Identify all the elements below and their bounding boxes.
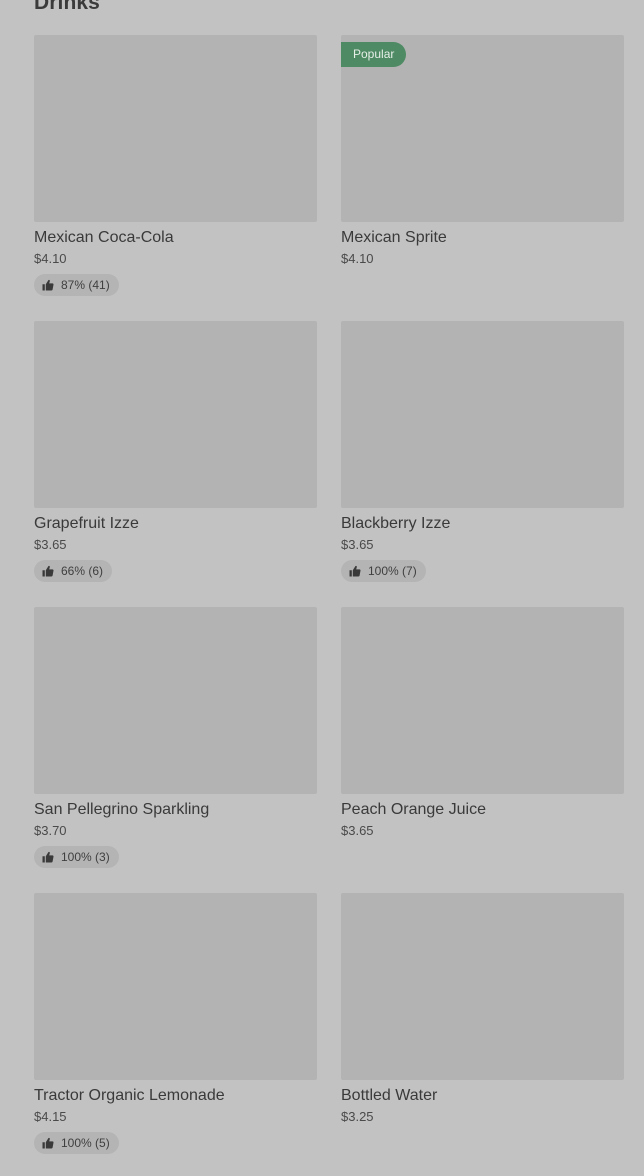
menu-item-price: $3.65 [34,537,67,552]
menu-item-card[interactable]: Bottled Water $3.25 [341,893,624,1176]
menu-item-card[interactable]: Blackberry Izze $3.65 100% (7) [341,321,624,607]
menu-item-image[interactable]: Popular [341,35,624,222]
rating-text: 66% (6) [61,564,104,578]
menu-item-name[interactable]: Peach Orange Juice [341,800,624,820]
menu-page: Drinks Mexican Coca-Cola $4.10 87% (41) Pop… [0,0,644,1176]
menu-item-name[interactable]: Mexican Coca-Cola [34,228,317,248]
menu-item-image[interactable] [34,35,317,222]
rating-pill: 100% (7) [341,560,426,582]
rating-text: 100% (5) [61,1136,110,1150]
rating-text: 87% (41) [61,278,110,292]
rating-pill: 100% (3) [34,846,119,868]
menu-item-name[interactable]: Bottled Water [341,1086,624,1106]
menu-item-name[interactable]: Grapefruit Izze [34,514,317,534]
menu-item-price: $3.65 [341,537,374,552]
rating-pill: 66% (6) [34,560,113,582]
thumbs-up-icon [42,851,54,863]
menu-item-price: $4.10 [341,251,374,266]
menu-item-price: $3.70 [34,823,67,838]
rating-text: 100% (7) [368,564,417,578]
menu-item-card[interactable]: Grapefruit Izze $3.65 66% (6) [34,321,317,607]
menu-item-image[interactable] [34,607,317,794]
popular-badge: Popular [341,42,407,67]
menu-item-price: $3.25 [341,1109,374,1124]
menu-item-image[interactable] [34,893,317,1080]
thumbs-up-icon [42,279,54,291]
menu-item-card[interactable]: San Pellegrino Sparkling $3.70 100% (3) [34,607,317,893]
thumbs-up-icon [42,565,54,577]
menu-item-price: $4.10 [34,251,67,266]
menu-item-name[interactable]: Tractor Organic Lemonade [34,1086,317,1106]
menu-item-card[interactable]: Popular Mexican Sprite $4.10 [341,35,624,321]
menu-item-grid: Mexican Coca-Cola $4.10 87% (41) Popular Mex… [34,35,624,1176]
thumbs-up-icon [42,1137,54,1149]
menu-item-image[interactable] [341,607,624,794]
menu-item-price: $3.65 [341,823,374,838]
menu-item-card[interactable]: Peach Orange Juice $3.65 [341,607,624,893]
menu-item-name[interactable]: Blackberry Izze [341,514,624,534]
rating-pill: 87% (41) [34,274,119,296]
menu-item-card[interactable]: Tractor Organic Lemonade $4.15 100% (5) [34,893,317,1176]
menu-item-name[interactable]: Mexican Sprite [341,228,624,248]
menu-item-image[interactable] [341,893,624,1080]
menu-item-image[interactable] [34,321,317,508]
menu-item-price: $4.15 [34,1109,67,1124]
rating-text: 100% (3) [61,850,110,864]
rating-pill: 100% (5) [34,1132,119,1154]
menu-item-card[interactable]: Mexican Coca-Cola $4.10 87% (41) [34,35,317,321]
section-title: Drinks [34,0,100,14]
menu-item-image[interactable] [341,321,624,508]
thumbs-up-icon [349,565,361,577]
menu-item-name[interactable]: San Pellegrino Sparkling [34,800,317,820]
